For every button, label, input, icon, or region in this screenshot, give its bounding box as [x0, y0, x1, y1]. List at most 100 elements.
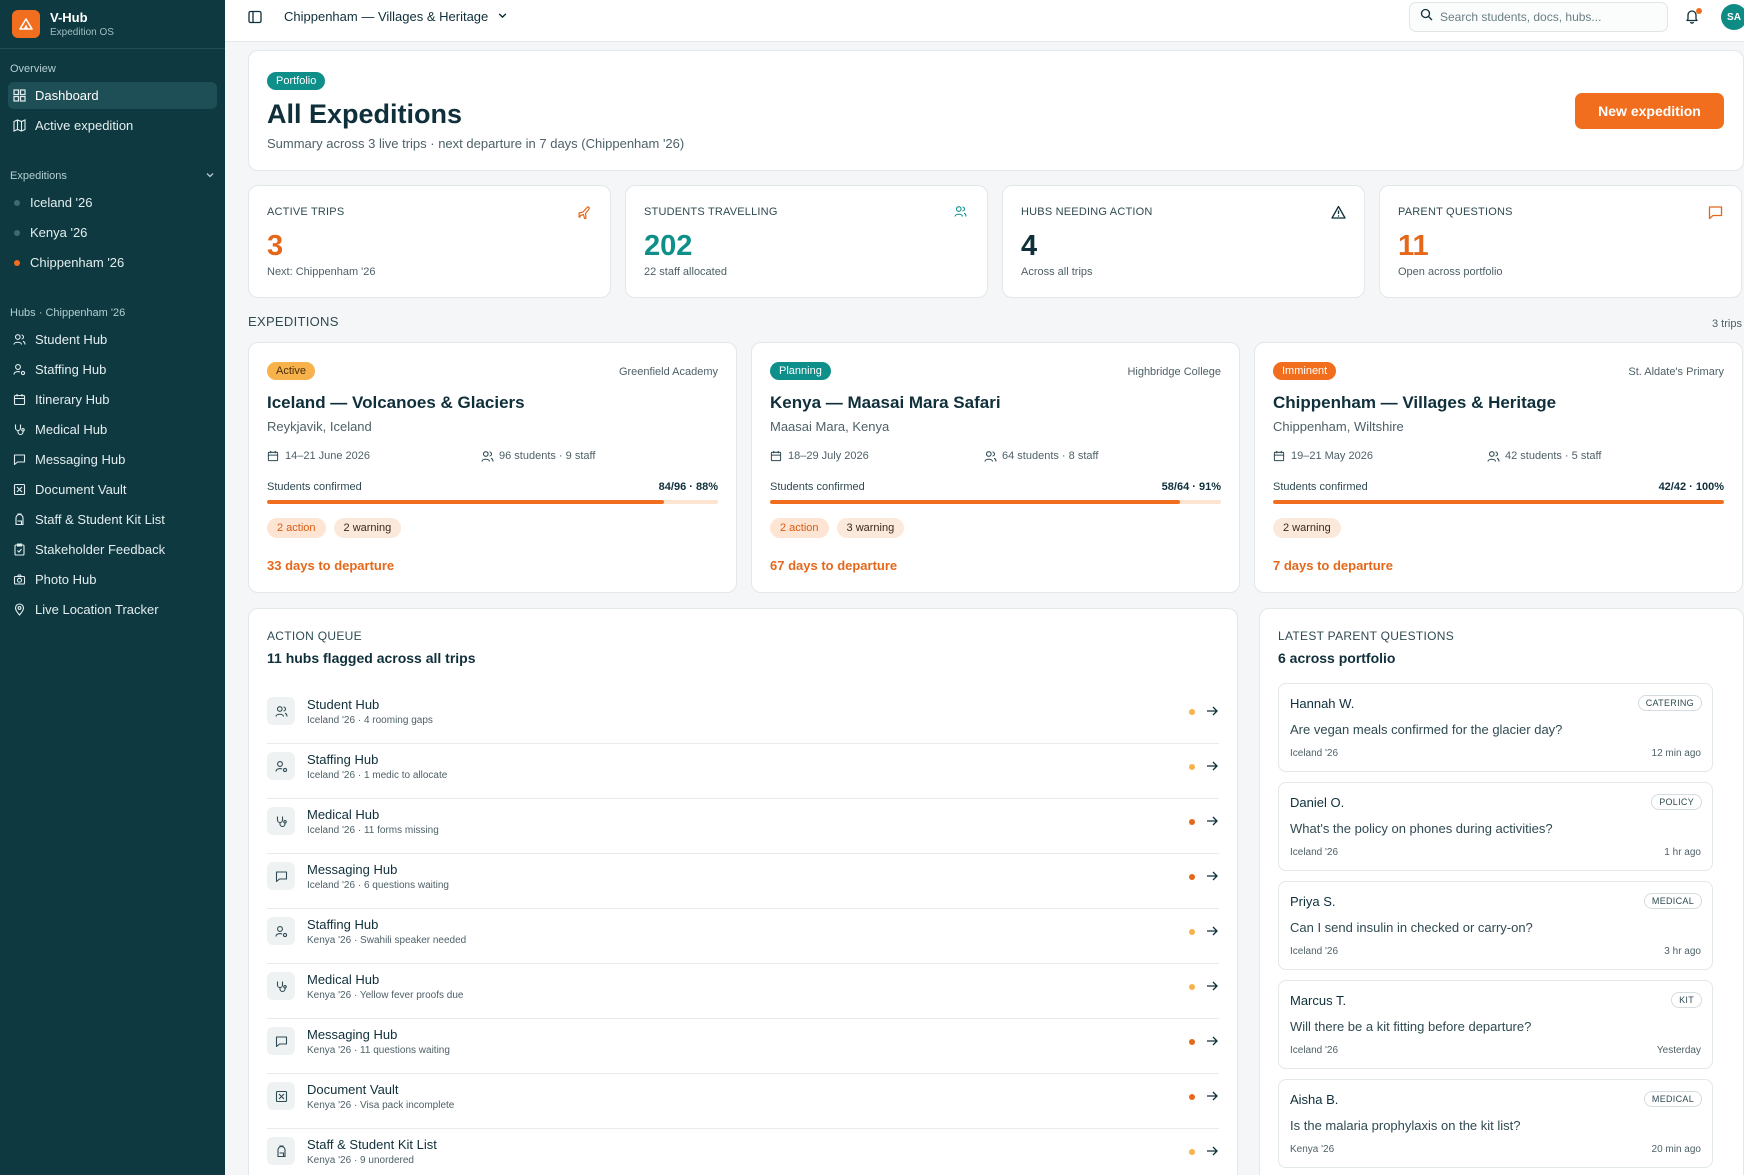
progress-fill — [1273, 500, 1724, 504]
expedition-name: Kenya — Maasai Mara Safari — [770, 393, 1001, 412]
arrow-right-icon[interactable] — [1205, 924, 1219, 938]
message-icon — [267, 862, 295, 890]
arrow-right-icon[interactable] — [1205, 1144, 1219, 1158]
sidebar-expedition-item[interactable]: Chippenham '26 — [8, 249, 217, 276]
stat-value: 202 — [644, 230, 693, 262]
portfolio-header: Portfolio All Expeditions Summary across… — [248, 50, 1744, 171]
days-to-departure: 67 days to departure — [770, 558, 898, 573]
queue-row[interactable]: Student Hub Iceland '26 · 4 rooming gaps — [267, 689, 1219, 744]
category-tag: MEDICAL — [1643, 1091, 1702, 1107]
sidebar-hub-item[interactable]: Document Vault — [8, 476, 217, 503]
expeditions-section-title: EXPEDITIONS — [248, 314, 339, 329]
expeditions-section-toggle[interactable]: Expeditions — [0, 166, 225, 186]
sidebar-item-label: Stakeholder Feedback — [35, 542, 166, 557]
sidebar-expedition-item[interactable]: Iceland '26 — [8, 189, 217, 216]
queue-row[interactable]: Staffing Hub Kenya '26 · Swahili speaker … — [267, 909, 1219, 964]
sidebar-hub-item[interactable]: Staff & Student Kit List — [8, 506, 217, 533]
arrow-right-icon[interactable] — [1205, 1034, 1219, 1048]
parent-question-card[interactable]: Priya S. MEDICAL Can I send insulin in che… — [1278, 881, 1713, 970]
brand[interactable]: V-Hub Expedition OS — [0, 0, 225, 49]
users-icon — [12, 333, 26, 347]
sidebar-item-label: Active expedition — [35, 118, 134, 133]
users-icon — [984, 450, 997, 462]
sidebar-hub-item[interactable]: Itinerary Hub — [8, 386, 217, 413]
action-chip[interactable]: 2 action — [267, 518, 326, 538]
expedition-card[interactable]: Planning Highbridge College Kenya — Maasai… — [751, 342, 1240, 593]
warning-chip[interactable]: 3 warning — [836, 518, 905, 538]
brand-subtitle: Expedition OS — [50, 27, 114, 38]
tent-icon — [12, 10, 40, 38]
queue-row[interactable]: Medical Hub Kenya '26 · Yellow fever proo… — [267, 964, 1219, 1019]
status-badge: Planning — [770, 362, 831, 380]
expedition-location: Maasai Mara, Kenya — [770, 419, 890, 434]
arrow-right-icon[interactable] — [1205, 1089, 1219, 1103]
stat-subtext: Next: Chippenham '26 — [267, 266, 376, 278]
expedition-card[interactable]: Active Greenfield Academy Iceland — Volcan… — [248, 342, 737, 593]
arrow-right-icon[interactable] — [1205, 704, 1219, 718]
expedition-people: 96 students · 9 staff — [481, 450, 595, 462]
avatar[interactable]: SA — [1721, 4, 1744, 30]
user-cog-icon — [267, 917, 295, 945]
expeditions-count: 3 trips — [1712, 318, 1742, 330]
arrow-right-icon[interactable] — [1205, 814, 1219, 828]
sidebar-hub-item[interactable]: Student Hub — [8, 326, 217, 353]
expedition-card[interactable]: Imminent St. Aldate's Primary Chippenham —… — [1254, 342, 1743, 593]
new-expedition-button[interactable]: New expedition — [1575, 93, 1724, 129]
sidebar-item-label: Kenya '26 — [30, 225, 88, 240]
bell-icon[interactable] — [1684, 8, 1702, 26]
sidebar-hub-item[interactable]: Stakeholder Feedback — [8, 536, 217, 563]
parent-name: Aisha B. — [1290, 1092, 1339, 1107]
action-chip[interactable]: 2 action — [770, 518, 829, 538]
sidebar-hub-item[interactable]: Messaging Hub — [8, 446, 217, 473]
message-icon — [12, 453, 26, 467]
question-text: Can I send insulin in checked or carry-o… — [1290, 920, 1533, 935]
status-dot — [14, 229, 20, 236]
sidebar-toggle-icon[interactable] — [247, 9, 263, 25]
queue-row[interactable]: Messaging Hub Iceland '26 · 6 questions w… — [267, 854, 1219, 909]
backpack-icon — [267, 1137, 295, 1165]
sidebar-item-label: Photo Hub — [35, 572, 97, 587]
calendar-icon — [770, 450, 782, 462]
parent-question-card[interactable]: Daniel O. POLICY What's the policy on phon… — [1278, 782, 1713, 871]
sidebar-item-active-expedition[interactable]: Active expedition — [8, 112, 217, 139]
parent-question-card[interactable]: Marcus T. KIT Will there be a kit fitting … — [1278, 980, 1713, 1069]
warning-chip[interactable]: 2 warning — [1273, 518, 1341, 538]
queue-row[interactable]: Document Vault Kenya '26 · Visa pack inco… — [267, 1074, 1219, 1129]
brand-name: V-Hub — [50, 10, 88, 25]
sidebar-expedition-item[interactable]: Kenya '26 — [8, 219, 217, 246]
progress-fill — [770, 500, 1181, 504]
arrow-right-icon[interactable] — [1205, 869, 1219, 883]
warning-chip[interactable]: 2 warning — [333, 518, 402, 538]
expedition-dates: 14–21 June 2026 — [267, 450, 370, 462]
queue-hub-detail: Iceland '26 · 1 medic to allocate — [307, 770, 448, 781]
queue-row[interactable]: Staff & Student Kit List Kenya '26 · 9 un… — [267, 1129, 1219, 1175]
sidebar-hub-item[interactable]: Medical Hub — [8, 416, 217, 443]
parent-question-card[interactable]: Aisha B. MEDICAL Is the malaria prophylaxi… — [1278, 1079, 1713, 1168]
expedition-people: 64 students · 8 staff — [984, 450, 1098, 462]
stat-subtext: Open across portfolio — [1398, 266, 1503, 278]
page-title: All Expeditions — [267, 99, 463, 129]
sidebar-hub-item[interactable]: Live Location Tracker — [8, 596, 217, 623]
priority-dot — [1189, 929, 1195, 935]
arrow-right-icon[interactable] — [1205, 979, 1219, 993]
backpack-icon — [12, 513, 26, 527]
category-tag: KIT — [1671, 992, 1702, 1008]
search-box[interactable] — [1409, 2, 1668, 32]
queue-row[interactable]: Messaging Hub Kenya '26 · 11 questions wa… — [267, 1019, 1219, 1074]
sidebar-item-dashboard[interactable]: Dashboard — [8, 82, 217, 109]
sidebar-item-label: Staff & Student Kit List — [35, 512, 165, 527]
expedition-switcher[interactable]: Chippenham — Villages & Heritage — [284, 9, 508, 24]
queue-row[interactable]: Staffing Hub Iceland '26 · 1 medic to all… — [267, 744, 1219, 799]
question-time: 1 hr ago — [1664, 847, 1701, 858]
queue-row[interactable]: Medical Hub Iceland '26 · 11 forms missin… — [267, 799, 1219, 854]
arrow-right-icon[interactable] — [1205, 759, 1219, 773]
question-trip: Iceland '26 — [1290, 748, 1339, 759]
parent-question-card[interactable]: Hannah W. CATERING Are vegan meals confirm… — [1278, 683, 1713, 772]
expedition-location: Reykjavik, Iceland — [267, 419, 372, 434]
stat-card: PARENT QUESTIONS 11 Open across portfolio — [1379, 185, 1742, 298]
sidebar-hub-item[interactable]: Photo Hub — [8, 566, 217, 593]
sidebar-hub-item[interactable]: Staffing Hub — [8, 356, 217, 383]
search-icon — [1420, 8, 1433, 26]
search-input[interactable] — [1440, 10, 1650, 24]
action-queue: ACTION QUEUE 11 hubs flagged across all … — [248, 608, 1238, 1175]
